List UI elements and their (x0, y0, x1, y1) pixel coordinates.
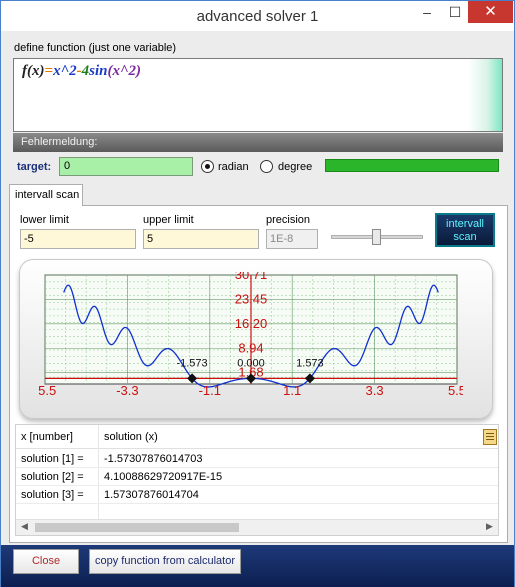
close-window-button[interactable]: ✕ (468, 1, 513, 23)
radian-label: radian (218, 161, 249, 173)
row-value: 4.10088629720917E-15 (104, 471, 223, 483)
degree-label: degree (278, 161, 313, 173)
table-row: solution [1] = -1.57307876014703 (16, 450, 498, 468)
precision-slider-thumb[interactable] (372, 229, 381, 245)
radian-radio[interactable] (201, 160, 214, 173)
x-tick-label: -1.1 (199, 383, 221, 396)
col-x-header: x [number] (21, 431, 73, 443)
root-label: -1.573 (176, 357, 207, 369)
intervall-scan-button[interactable]: intervall scan (435, 213, 495, 247)
maximize-button[interactable]: ☐ (441, 1, 469, 23)
table-row: solution [2] = 4.10088629720917E-15 (16, 468, 498, 486)
x-tick-label: 1.1 (283, 383, 301, 396)
minimize-button[interactable]: – (413, 1, 441, 23)
precision-label: precision (266, 214, 311, 226)
upper-limit-label: upper limit (143, 214, 194, 226)
precision-input[interactable]: 1E-8 (266, 229, 318, 249)
target-input[interactable]: 0 (59, 157, 193, 176)
y-tick-label: 8.94 (238, 340, 263, 355)
upper-limit-input[interactable]: 5 (143, 229, 259, 249)
horizontal-scrollbar[interactable]: ◀ ▶ (16, 519, 498, 535)
row-value: -1.57307876014703 (104, 453, 203, 465)
scroll-left-icon[interactable]: ◀ (21, 521, 28, 532)
intervall-scan-label-2: scan (453, 231, 477, 243)
lower-limit-label: lower limit (20, 214, 69, 226)
row-label: solution [3] = (21, 489, 84, 501)
scrollbar-thumb[interactable] (35, 523, 239, 532)
row-label: solution [2] = (21, 471, 84, 483)
row-value: 1.57307876014704 (104, 489, 199, 501)
table-row: solution [3] = 1.57307876014704 (16, 486, 498, 504)
results-header: x [number] solution (x) (16, 425, 498, 449)
function-expression: f(x)=x^2-4sin(x^2) (22, 63, 142, 79)
clipboard-icon[interactable] (483, 429, 497, 445)
x-tick-label: -5.5 (39, 383, 56, 396)
error-message-bar: Fehlermeldung: (13, 133, 503, 152)
intervall-scan-label-1: intervall (446, 218, 484, 230)
x-tick-label: -3.3 (116, 383, 138, 396)
title-bar: advanced solver 1 – ☐ ✕ (1, 1, 514, 31)
x-tick-label: 5.5 (448, 383, 463, 396)
root-label: 1.573 (296, 357, 324, 369)
root-label: 0.000 (237, 357, 265, 369)
degree-radio[interactable] (260, 160, 273, 173)
function-section-label: define function (just one variable) (14, 42, 177, 54)
row-label: solution [1] = (21, 453, 84, 465)
scroll-right-icon[interactable]: ▶ (486, 521, 493, 532)
target-label: target: (17, 161, 52, 173)
results-table: x [number] solution (x) solution [1] = -… (15, 424, 499, 536)
close-button[interactable]: Close (13, 549, 79, 574)
col-solution-header: solution (x) (104, 431, 158, 443)
tab-intervall-scan[interactable]: intervall scan (9, 184, 83, 206)
y-tick-label: 30.71 (235, 272, 268, 282)
status-progress-bar (325, 159, 499, 172)
solver-window: advanced solver 1 – ☐ ✕ define function … (0, 0, 515, 587)
x-tick-label: 3.3 (366, 383, 384, 396)
lower-limit-input[interactable]: -5 (20, 229, 136, 249)
y-tick-label: 23.45 (235, 291, 268, 306)
function-plot: 30.7123.4516.208.941.68-5.5-3.3-1.11.13.… (39, 272, 463, 396)
y-tick-label: 16.20 (235, 316, 268, 331)
function-editor[interactable]: f(x)=x^2-4sin(x^2) (13, 58, 503, 132)
copy-function-button[interactable]: copy function from calculator (89, 549, 241, 574)
